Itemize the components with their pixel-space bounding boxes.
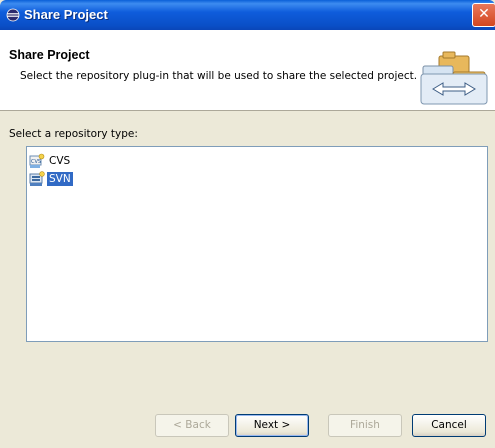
close-button[interactable]: ✕ xyxy=(472,3,495,27)
finish-button[interactable]: Finish xyxy=(328,414,402,437)
wizard-header: Share Project Select the repository plug… xyxy=(0,30,495,111)
page-description: Select the repository plug-in that will … xyxy=(20,70,418,82)
window-title: Share Project xyxy=(24,7,108,22)
page-title: Share Project xyxy=(9,48,90,62)
close-icon: ✕ xyxy=(478,6,490,22)
svn-repository-icon xyxy=(29,171,45,186)
repository-type-label: Select a repository type: xyxy=(9,128,138,140)
cvs-repository-icon: CVS xyxy=(29,153,45,168)
list-item-label: CVS xyxy=(49,155,71,167)
title-bar[interactable]: Share Project ✕ xyxy=(0,0,495,30)
repository-type-list[interactable]: CVS CVS SVN xyxy=(26,146,488,342)
next-button[interactable]: Next > xyxy=(235,414,309,437)
list-item-cvs[interactable]: CVS CVS xyxy=(29,153,72,169)
svg-text:CVS: CVS xyxy=(31,159,41,165)
share-project-banner-icon xyxy=(420,51,488,105)
cancel-button[interactable]: Cancel xyxy=(412,414,486,437)
eclipse-icon xyxy=(6,8,20,22)
list-item-label: SVN xyxy=(47,172,73,186)
back-button[interactable]: < Back xyxy=(155,414,229,437)
share-project-dialog: Share Project ✕ Share Project Select the… xyxy=(0,0,495,448)
list-item-svn[interactable]: SVN xyxy=(29,171,73,187)
wizard-body: Select a repository type: CVS CVS SVN < … xyxy=(0,111,495,448)
